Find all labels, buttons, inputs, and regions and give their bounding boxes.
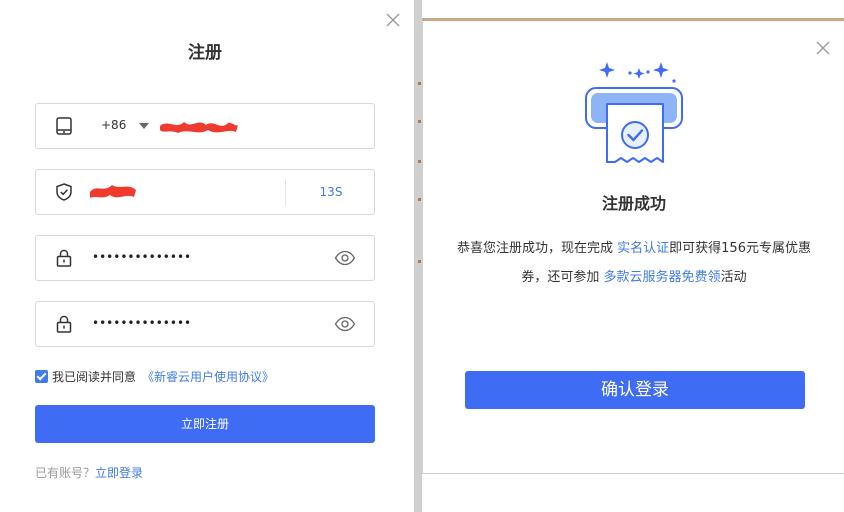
dialog-message-part: 恭喜您注册成功，现在完成 xyxy=(457,241,618,256)
close-icon[interactable] xyxy=(815,40,831,56)
shield-check-icon xyxy=(56,183,72,201)
backdrop-divider xyxy=(414,0,422,512)
printed-receipt-check-illustration xyxy=(585,62,683,163)
agreement-text: 我已阅读并同意 xyxy=(52,370,137,384)
password-input[interactable]: •••••••••••••• xyxy=(92,250,191,264)
register-button[interactable]: 立即注册 xyxy=(35,405,375,443)
register-title: 注册 xyxy=(188,43,222,63)
register-panel: 注册 +86 13S •••••••••••••• ••••••••••••••… xyxy=(0,0,414,512)
resend-code-timer[interactable]: 13S xyxy=(288,185,374,199)
confirm-login-button[interactable]: 确认登录 xyxy=(465,371,805,409)
agreement-checkbox[interactable] xyxy=(35,370,48,383)
confirm-password-input[interactable]: •••••••••••••• xyxy=(92,316,191,330)
login-link[interactable]: 立即登录 xyxy=(95,466,143,480)
dialog-title: 注册成功 xyxy=(601,194,666,213)
tablet-icon xyxy=(56,117,72,135)
real-name-auth-link[interactable]: 实名认证 xyxy=(617,241,669,256)
sms-code-field: 13S xyxy=(35,169,375,215)
caret-down-icon xyxy=(139,122,150,129)
login-tip: 已有账号？立即登录 xyxy=(35,464,143,481)
agreement-row: 我已阅读并同意 《新睿云用户使用协议》 xyxy=(35,368,274,385)
code-separator xyxy=(285,180,286,206)
confirm-password-field: •••••••••••••• xyxy=(35,301,375,347)
phone-field: +86 xyxy=(35,103,375,149)
free-server-link[interactable]: 多款云服务器免费领 xyxy=(604,270,721,285)
eye-icon[interactable] xyxy=(334,250,356,266)
login-tip-text: 已有账号？ xyxy=(35,466,96,480)
redaction-mark xyxy=(160,122,238,133)
lock-icon xyxy=(56,315,72,333)
close-icon[interactable] xyxy=(385,12,401,28)
eye-icon[interactable] xyxy=(334,316,356,332)
redaction-mark xyxy=(90,185,136,198)
success-dialog: 注册成功 恭喜您注册成功，现在完成 实名认证即可获得156元专属优惠券，还可参加… xyxy=(422,22,844,474)
country-code-value: +86 xyxy=(101,118,127,132)
dialog-message: 恭喜您注册成功，现在完成 实名认证即可获得156元专属优惠券，还可参加 多款云服… xyxy=(453,234,815,292)
password-field: •••••••••••••• xyxy=(35,235,375,281)
backdrop-topline xyxy=(422,18,844,21)
country-code-select[interactable]: +86 xyxy=(101,118,150,132)
user-agreement-link[interactable]: 《新睿云用户使用协议》 xyxy=(142,368,274,385)
lock-icon xyxy=(56,249,72,267)
dialog-message-part: 活动 xyxy=(720,270,747,285)
